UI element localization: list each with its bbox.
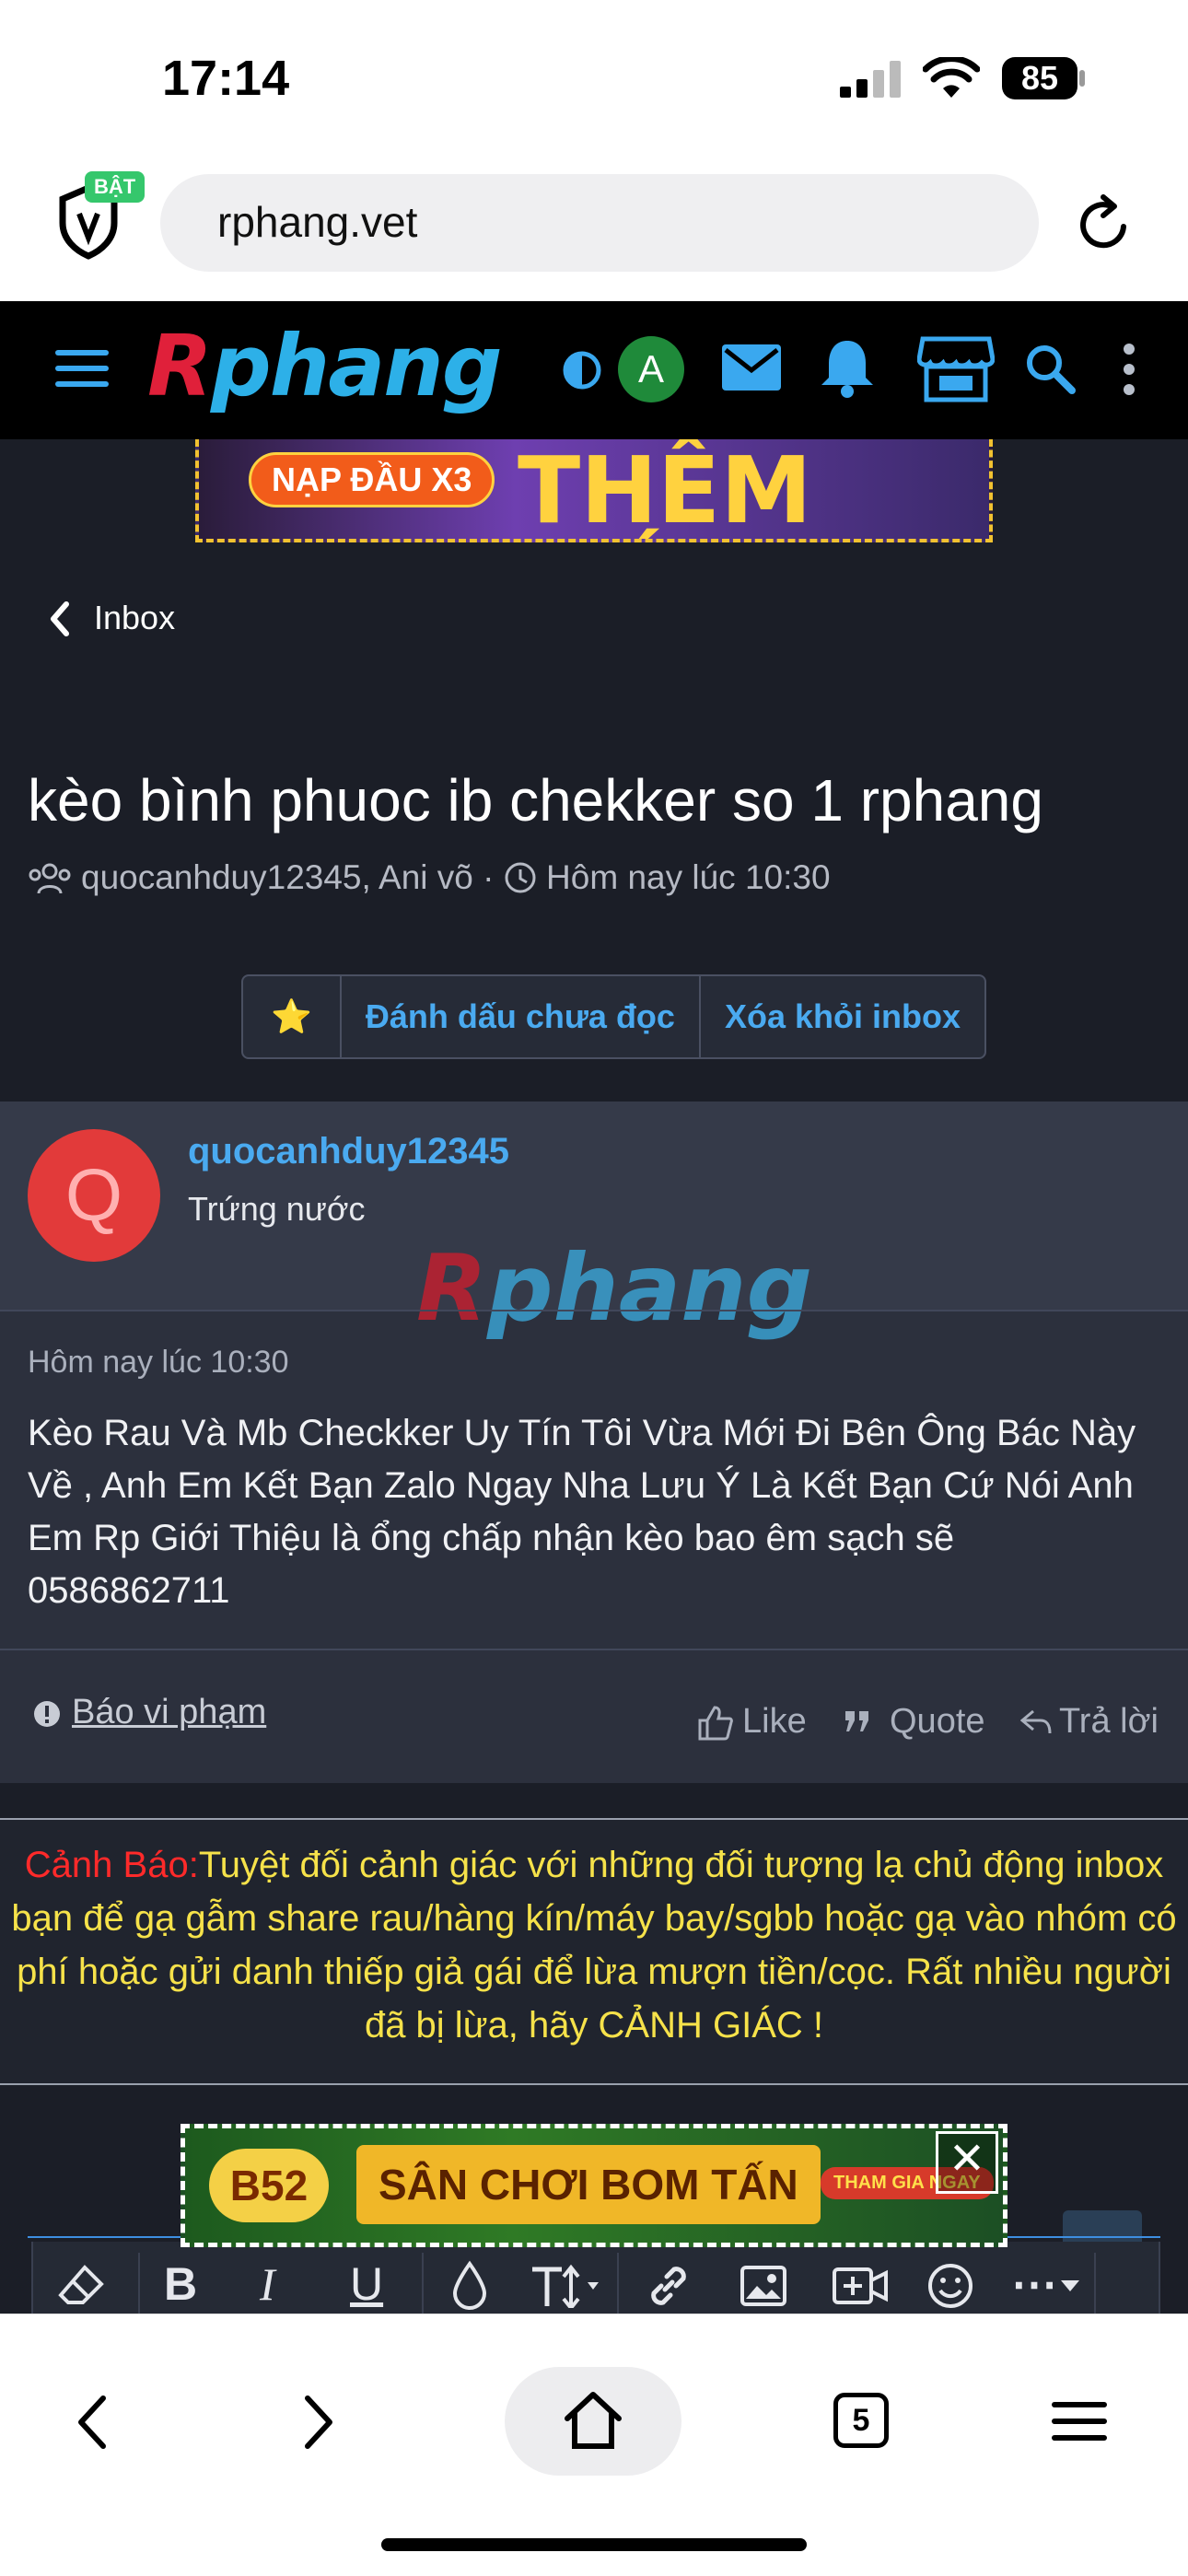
ad-brand-logo: B52 bbox=[209, 2149, 329, 2222]
quote-icon[interactable] bbox=[844, 1709, 871, 1733]
warning-prefix: Cảnh Báo: bbox=[24, 1845, 199, 1885]
forward-icon[interactable] bbox=[300, 2395, 337, 2450]
smiley-icon[interactable] bbox=[926, 2262, 974, 2310]
toolbar-separator bbox=[138, 2253, 140, 2319]
eraser-icon[interactable] bbox=[57, 2264, 105, 2306]
ad-banner-bottom[interactable]: B52 SÂN CHƠI BOM TẤN THAM GIA NGAY bbox=[181, 2124, 1007, 2247]
search-icon[interactable] bbox=[1024, 343, 1076, 394]
signal-icon bbox=[840, 61, 901, 98]
star-button[interactable]: ⭐ bbox=[243, 976, 342, 1057]
media-icon[interactable] bbox=[833, 2266, 888, 2306]
ad-banner-tag: NẠP ĐẦU X3 bbox=[249, 452, 495, 507]
post-divider bbox=[0, 1310, 1188, 1311]
shield-status-badge: BẬT bbox=[85, 171, 146, 203]
toolbar-separator bbox=[422, 2253, 424, 2319]
chevron-down-icon[interactable] bbox=[1059, 2279, 1081, 2293]
reply-button[interactable]: Trả lời bbox=[1059, 1702, 1159, 1742]
conversation-meta: quocanhduy12345, Ani võ · Hôm nay lúc 10… bbox=[81, 858, 831, 897]
watermark-text-red: R bbox=[416, 1234, 488, 1342]
theme-toggle-icon[interactable] bbox=[562, 350, 602, 390]
italic-button[interactable]: I bbox=[260, 2256, 275, 2312]
ad-banner-bottom-headline: SÂN CHƠI BOM TẤN bbox=[356, 2145, 821, 2224]
post-author-title: Trứng nước bbox=[188, 1190, 366, 1228]
font-size-icon[interactable] bbox=[530, 2264, 604, 2308]
home-indicator bbox=[381, 2538, 807, 2551]
report-link[interactable]: Báo vi phạm bbox=[72, 1693, 266, 1732]
home-icon bbox=[565, 2392, 622, 2449]
like-button[interactable]: Like bbox=[742, 1702, 807, 1742]
page-title: kèo bình phuoc ib chekker so 1 rphang bbox=[28, 767, 1043, 833]
conversation-actions: ⭐ Đánh dấu chưa đọc Xóa khỏi inbox bbox=[241, 974, 986, 1059]
ad-banner-headline: THÊM VỐN bbox=[518, 439, 812, 542]
quote-button[interactable]: Quote bbox=[890, 1702, 985, 1742]
store-icon[interactable] bbox=[917, 335, 995, 403]
bold-button[interactable]: B bbox=[164, 2256, 197, 2312]
back-icon[interactable] bbox=[74, 2395, 111, 2450]
underline-button[interactable]: U bbox=[350, 2256, 383, 2312]
clock-icon bbox=[505, 862, 536, 893]
star-icon: ⭐ bbox=[271, 997, 312, 1035]
logo-text-red: R bbox=[147, 317, 213, 415]
alert-icon bbox=[34, 1701, 60, 1727]
url-text[interactable]: rphang.vet bbox=[217, 197, 417, 247]
meta-separator: · bbox=[483, 858, 495, 896]
post-body: Kèo Rau Và Mb Checkker Uy Tín Tôi Vừa Mớ… bbox=[28, 1413, 1136, 1611]
site-logo[interactable]: Rphang bbox=[147, 317, 503, 415]
tabs-button[interactable]: 5 bbox=[833, 2393, 889, 2448]
hamburger-menu-icon[interactable] bbox=[55, 348, 111, 389]
site-watermark: Rphang bbox=[416, 1234, 812, 1342]
participants-text[interactable]: quocanhduy12345, Ani võ bbox=[81, 858, 473, 896]
toolbar-separator bbox=[617, 2253, 619, 2319]
thumbs-up-icon[interactable] bbox=[696, 1706, 733, 1741]
mail-icon[interactable] bbox=[722, 344, 781, 390]
text-color-drop-icon[interactable] bbox=[451, 2260, 488, 2312]
battery-level: 85 bbox=[1020, 59, 1059, 97]
account-avatar[interactable]: A bbox=[618, 336, 684, 402]
ad-banner-top[interactable]: NẠP ĐẦU X3 THÊM VỐN bbox=[195, 439, 993, 542]
reload-icon[interactable] bbox=[1072, 192, 1136, 256]
watermark-text-blue: phang bbox=[487, 1234, 813, 1342]
more-options-button[interactable]: ⋯ bbox=[1011, 2256, 1057, 2312]
close-ad-button[interactable]: ✕ bbox=[936, 2131, 998, 2194]
chevron-left-icon[interactable] bbox=[48, 600, 70, 637]
remove-from-inbox-button[interactable]: Xóa khỏi inbox bbox=[701, 976, 984, 1057]
logo-text-blue: phang bbox=[210, 317, 503, 415]
post-author-username[interactable]: quocanhduy12345 bbox=[188, 1131, 509, 1172]
toolbar-separator bbox=[1094, 2253, 1096, 2319]
status-time: 17:14 bbox=[162, 51, 290, 106]
reply-icon[interactable] bbox=[1020, 1708, 1052, 1735]
wifi-icon bbox=[923, 57, 980, 98]
scam-warning-text: Cảnh Báo:Tuyệt đối cảnh giác với những đ… bbox=[0, 1838, 1188, 2052]
breadcrumb-inbox-link[interactable]: Inbox bbox=[94, 599, 175, 637]
link-icon[interactable] bbox=[645, 2262, 693, 2310]
post-author-avatar[interactable]: Q bbox=[28, 1129, 160, 1262]
bell-icon[interactable] bbox=[820, 337, 875, 398]
users-icon bbox=[29, 863, 71, 894]
image-icon[interactable] bbox=[740, 2266, 786, 2306]
more-vertical-icon[interactable] bbox=[1122, 343, 1136, 396]
battery-tip bbox=[1079, 70, 1085, 87]
menu-icon[interactable] bbox=[1052, 2402, 1107, 2441]
mark-unread-button[interactable]: Đánh dấu chưa đọc bbox=[342, 976, 701, 1057]
post-timestamp[interactable]: Hôm nay lúc 10:30 bbox=[28, 1345, 289, 1381]
conversation-time: Hôm nay lúc 10:30 bbox=[546, 858, 831, 896]
